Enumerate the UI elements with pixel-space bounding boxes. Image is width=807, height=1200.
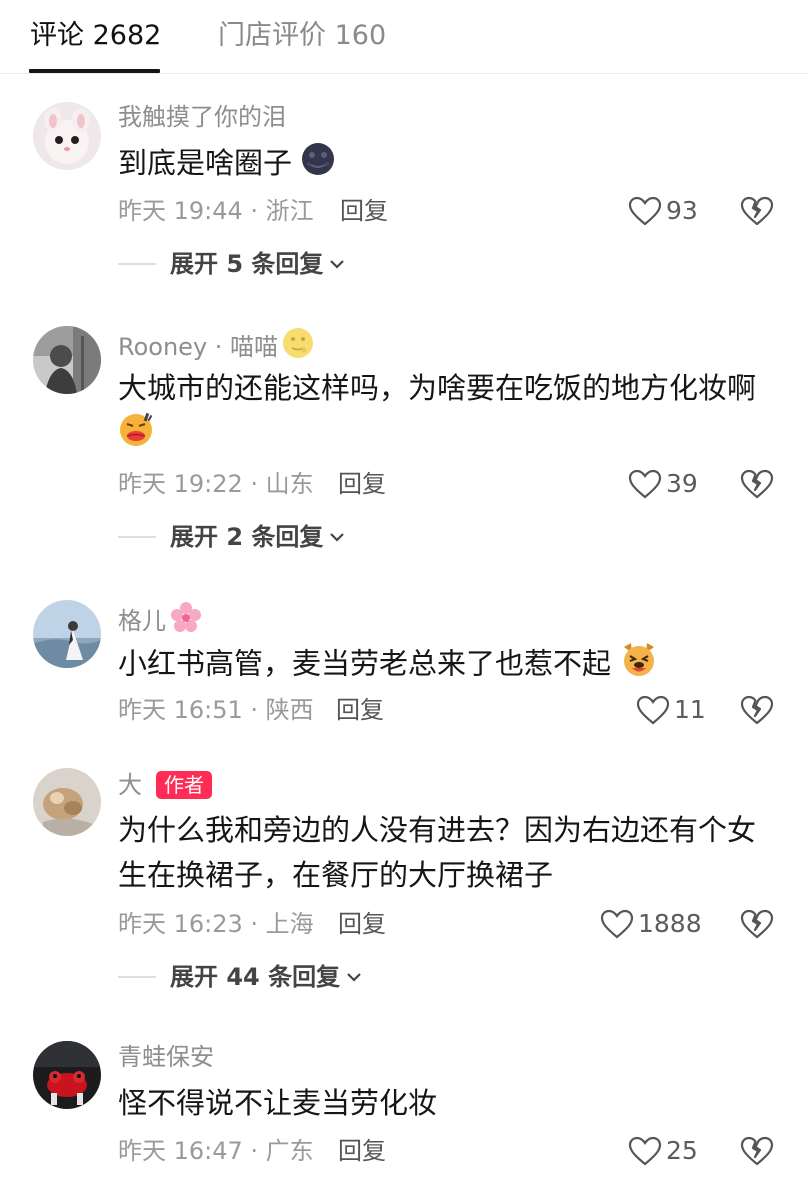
avatar[interactable] <box>33 768 101 836</box>
like-button[interactable]: 1888 <box>600 908 702 940</box>
reply-button[interactable]: 回复 <box>338 908 386 940</box>
author-badge: 作者 <box>156 771 212 799</box>
tab-store-reviews[interactable]: 门店评价 160 <box>218 18 386 54</box>
heart-outline-icon <box>636 695 670 725</box>
username[interactable]: 青蛙保安 <box>118 1041 214 1073</box>
like-button[interactable]: 39 <box>628 468 698 500</box>
cherry-blossom-emoji <box>170 601 202 641</box>
full-moon-face-emoji <box>282 327 314 367</box>
comment-meta: 昨天 16:23 · 上海 <box>118 910 314 938</box>
heart-outline-icon <box>628 469 662 499</box>
avatar[interactable] <box>33 1041 101 1109</box>
comment-meta: 昨天 19:22 · 山东 <box>118 470 314 498</box>
chevron-down-icon <box>330 260 345 269</box>
heart-outline-icon <box>628 1136 662 1166</box>
dislike-button[interactable] <box>740 196 774 230</box>
username[interactable]: 格儿 <box>118 601 202 641</box>
chevron-down-icon <box>347 973 361 982</box>
active-tab-indicator <box>29 69 160 73</box>
username[interactable]: 大 作者 <box>118 769 212 801</box>
heart-outline-icon <box>600 909 634 939</box>
dislike-button[interactable] <box>740 469 774 503</box>
reply-button[interactable]: 回复 <box>340 195 388 227</box>
avatar[interactable] <box>33 326 101 394</box>
divider-line <box>118 976 156 978</box>
username[interactable]: 我触摸了你的泪 <box>118 101 286 133</box>
expand-replies-button[interactable]: 展开 5 条回复 <box>118 248 345 280</box>
broken-heart-icon <box>740 469 774 499</box>
comment-text: 到底是啥圈子 <box>118 141 778 189</box>
divider-line <box>118 263 156 265</box>
laughing-dog-emoji <box>620 641 658 690</box>
comment-meta: 昨天 16:47 · 广东 <box>118 1137 314 1165</box>
heart-outline-icon <box>628 196 662 226</box>
new-moon-face-emoji <box>301 142 335 189</box>
avatar[interactable] <box>33 600 101 668</box>
avatar[interactable] <box>33 102 101 170</box>
like-count: 25 <box>666 1136 698 1165</box>
like-count: 39 <box>666 469 698 498</box>
comment-text: 怪不得说不让麦当劳化妆 <box>118 1086 438 1120</box>
comment-text: 小红书高管，麦当劳老总来了也惹不起 <box>118 641 778 690</box>
comment-text: 大城市的还能这样吗，为啥要在吃饭的地方化妆啊 <box>118 366 778 460</box>
expand-replies-button[interactable]: 展开 44 条回复 <box>118 961 362 993</box>
comment-tabs: 评论 2682 门店评价 160 <box>0 0 807 74</box>
like-button[interactable]: 25 <box>628 1135 698 1167</box>
face-with-lipstick-emoji <box>118 411 154 460</box>
chevron-down-icon <box>330 533 345 542</box>
broken-heart-icon <box>740 909 774 939</box>
dislike-button[interactable] <box>740 1136 774 1170</box>
like-button[interactable]: 93 <box>628 195 698 227</box>
dislike-button[interactable] <box>740 909 774 943</box>
comment-meta: 昨天 19:44 · 浙江 <box>118 197 314 225</box>
broken-heart-icon <box>740 695 774 725</box>
like-count: 93 <box>666 196 698 225</box>
username[interactable]: Rooney · 喵喵 <box>118 327 314 367</box>
expand-replies-button[interactable]: 展开 2 条回复 <box>118 521 345 553</box>
divider-line <box>118 536 156 538</box>
reply-button[interactable]: 回复 <box>338 1135 386 1167</box>
like-button[interactable]: 11 <box>636 694 706 726</box>
tab-comments[interactable]: 评论 2682 <box>30 18 161 54</box>
reply-button[interactable]: 回复 <box>336 694 384 726</box>
broken-heart-icon <box>740 1136 774 1166</box>
reply-button[interactable]: 回复 <box>338 468 386 500</box>
broken-heart-icon <box>740 196 774 226</box>
comment-text: 为什么我和旁边的人没有进去？因为右边还有个女生在换裙子，在餐厅的大厅换裙子 <box>118 813 757 892</box>
like-count: 1888 <box>638 909 702 938</box>
comment-meta: 昨天 16:51 · 陕西 <box>118 696 314 724</box>
like-count: 11 <box>674 695 706 724</box>
dislike-button[interactable] <box>740 695 774 729</box>
